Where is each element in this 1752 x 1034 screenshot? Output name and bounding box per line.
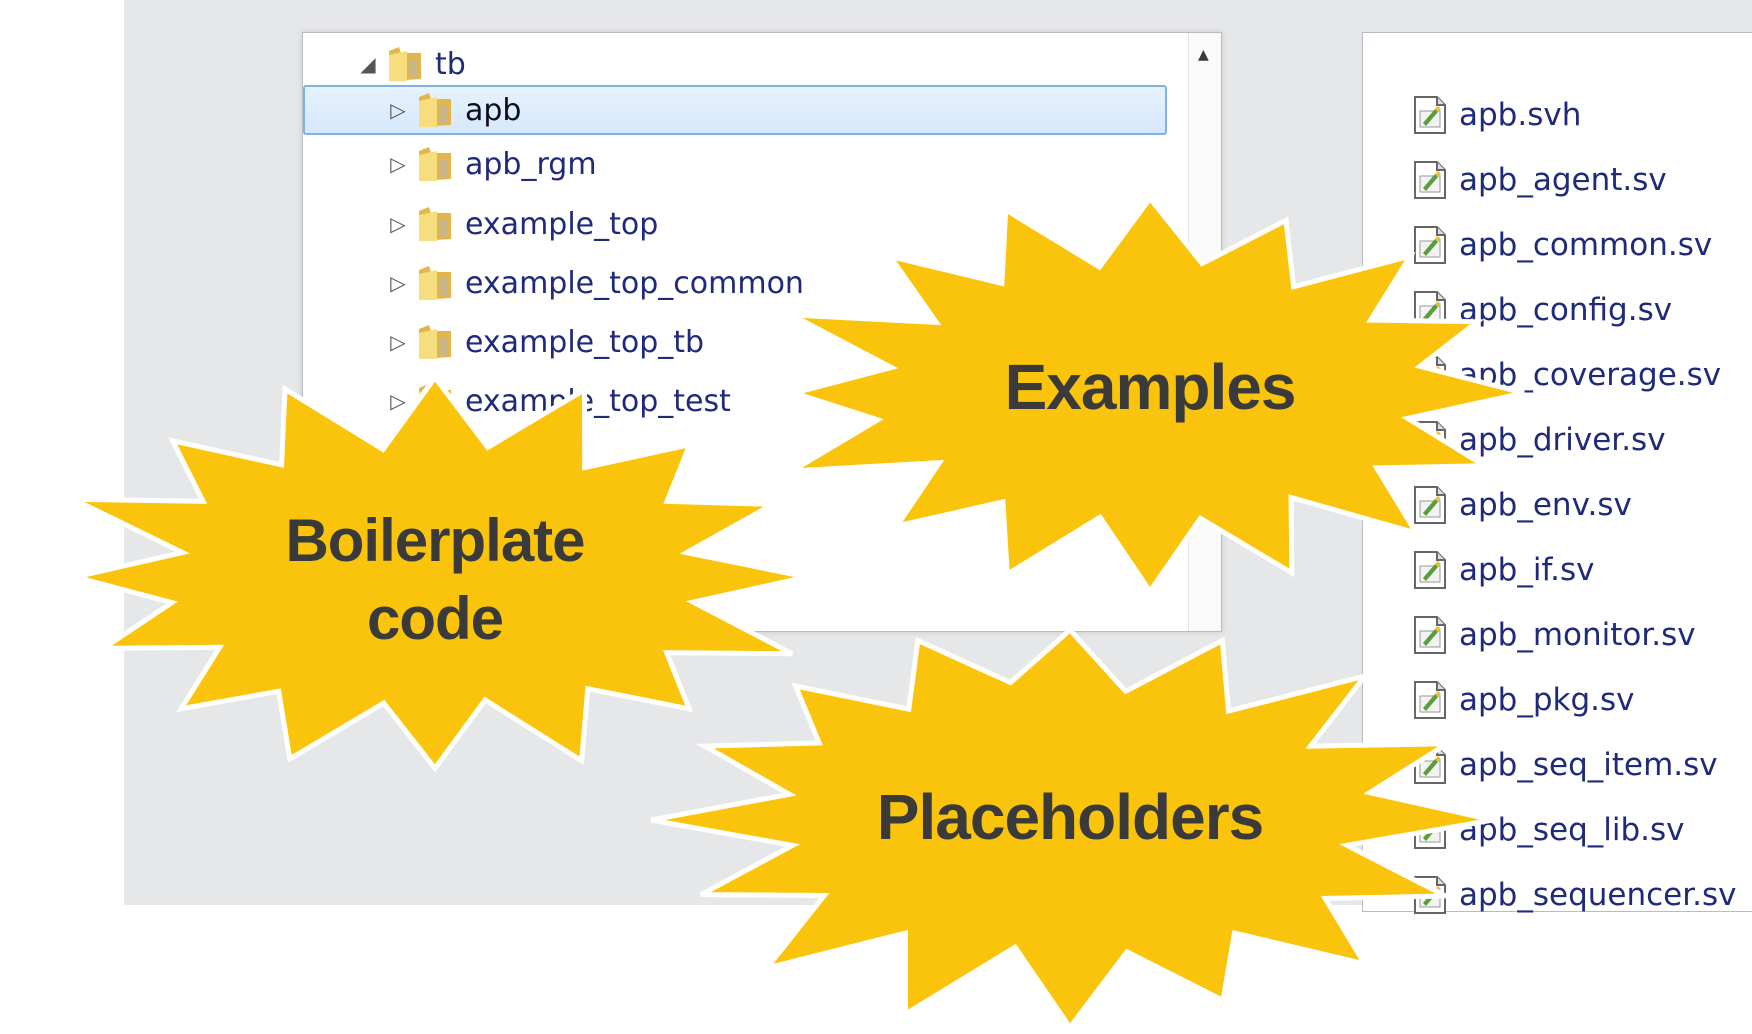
collapsed-arrow-icon[interactable]: ▷ <box>383 98 413 122</box>
tree-item-apb-rgm[interactable]: ▷ apb_rgm <box>383 139 597 189</box>
file-item-label: apb_sequencer.sv <box>1459 877 1737 913</box>
tree-item-label: apb <box>465 92 522 128</box>
tree-root-label: tb <box>435 46 466 82</box>
folder-icon <box>417 264 453 302</box>
boilerplate-line-1: Boilerplate <box>285 507 585 574</box>
file-item-label: apb.svh <box>1459 97 1582 133</box>
collapsed-arrow-icon[interactable]: ▷ <box>383 212 413 236</box>
placeholders-callout-label: Placeholders <box>876 781 1264 853</box>
tree-item-example-top-tb[interactable]: ▷ example_top_tb <box>383 317 704 367</box>
folder-icon <box>387 45 423 83</box>
folder-icon <box>417 205 453 243</box>
folder-icon <box>417 145 453 183</box>
tree-item-example-top[interactable]: ▷ example_top <box>383 199 658 249</box>
tree-item-apb[interactable]: ▷ apb <box>303 85 1167 135</box>
source-file-icon <box>1414 96 1446 134</box>
tree-item-label: example_top_tb <box>465 324 705 360</box>
tree-root-tb[interactable]: ◢ tb <box>353 39 466 89</box>
file-item[interactable]: apb.svh <box>1413 89 1581 141</box>
collapsed-arrow-icon[interactable]: ▷ <box>383 330 413 354</box>
tree-item-label: apb_rgm <box>465 146 597 182</box>
folder-icon <box>417 323 453 361</box>
collapsed-arrow-icon[interactable]: ▷ <box>383 271 413 295</box>
placeholders-callout: Placeholders <box>640 610 1500 1032</box>
expanded-arrow-icon[interactable]: ◢ <box>353 52 383 76</box>
examples-callout-label: Examples <box>1004 351 1297 423</box>
tree-item-label: example_top <box>465 206 659 242</box>
tree-item-example-top-common[interactable]: ▷ example_top_common <box>383 258 804 308</box>
tree-item-label: example_top_common <box>465 265 804 301</box>
folder-icon <box>417 91 453 129</box>
examples-callout: Examples <box>760 188 1540 598</box>
scroll-up-icon[interactable]: ▲ <box>1198 47 1209 63</box>
collapsed-arrow-icon[interactable]: ▷ <box>383 152 413 176</box>
